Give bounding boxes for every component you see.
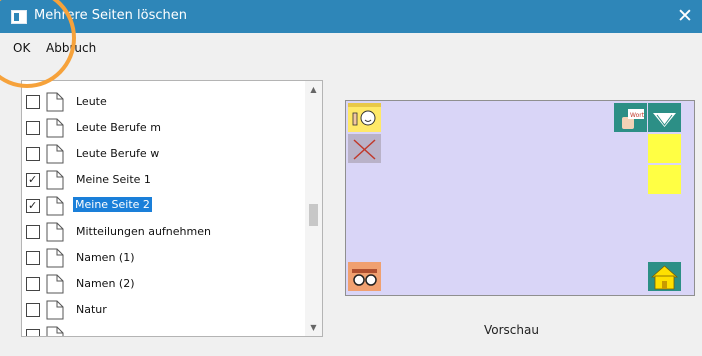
list-item-label: Natur <box>76 303 107 316</box>
page-preview: Wort <box>345 100 695 296</box>
page-icon <box>46 118 64 138</box>
list-item-label: Meine Seite 2 <box>73 197 152 212</box>
list-item[interactable]: Namen (1) <box>22 245 305 271</box>
checkbox[interactable] <box>26 147 40 161</box>
scroll-down-icon[interactable]: ▼ <box>305 319 322 336</box>
page-icon <box>46 248 64 268</box>
close-button[interactable]: ✕ <box>668 0 702 33</box>
check-icon: ✓ <box>28 173 38 186</box>
list-item[interactable] <box>22 323 305 336</box>
word-symbol-icon: Wort <box>614 103 647 132</box>
person-symbol-icon <box>348 103 381 132</box>
list-item[interactable]: Leute <box>22 89 305 115</box>
title-bar: Mehrere Seiten löschen ✕ <box>0 0 702 33</box>
list-item[interactable]: Mitteilungen aufnehmen <box>22 219 305 245</box>
page-icon <box>46 144 64 164</box>
page-icon <box>46 92 64 112</box>
checkbox[interactable]: ✓ <box>26 199 40 213</box>
menu-bar: OK Abbruch <box>0 33 702 61</box>
empty-yellow-cell <box>648 134 681 163</box>
list-item[interactable]: Leute Berufe w <box>22 141 305 167</box>
list-item-selected[interactable]: ✓ Meine Seite 2 <box>22 193 305 219</box>
list-item-label: Namen (2) <box>76 277 135 290</box>
glasses-symbol-icon <box>348 262 381 291</box>
list-item-label: Meine Seite 1 <box>76 173 151 186</box>
checkbox[interactable] <box>26 251 40 265</box>
page-icon <box>46 222 64 242</box>
list-item[interactable]: ✓ Meine Seite 1 <box>22 167 305 193</box>
list-item-label: Leute <box>76 95 107 108</box>
check-icon: ✓ <box>28 199 38 212</box>
page-icon <box>46 326 64 336</box>
list-item[interactable]: Leute Berufe m <box>22 115 305 141</box>
preview-label: Vorschau <box>484 323 539 337</box>
checkbox[interactable] <box>26 121 40 135</box>
page-icon <box>46 170 64 190</box>
page-icon <box>46 300 64 320</box>
scroll-thumb[interactable] <box>309 204 318 226</box>
page-list[interactable]: Leute Leute Berufe m Leute Berufe w ✓ Me… <box>21 80 323 337</box>
scroll-up-icon[interactable]: ▲ <box>305 81 322 98</box>
list-item-label: Leute Berufe m <box>76 121 161 134</box>
checkbox[interactable]: ✓ <box>26 173 40 187</box>
fan-symbol-icon <box>648 103 681 132</box>
list-item-label: Mitteilungen aufnehmen <box>76 225 211 238</box>
checkbox[interactable] <box>26 95 40 109</box>
list-item[interactable]: Natur <box>22 297 305 323</box>
list-item-label: Namen (1) <box>76 251 135 264</box>
checkbox[interactable] <box>26 225 40 239</box>
checkbox[interactable] <box>26 277 40 291</box>
home-symbol-icon <box>648 262 681 291</box>
page-icon <box>46 274 64 294</box>
checkbox[interactable] <box>26 329 40 336</box>
word-symbol-label: Wort <box>630 112 645 119</box>
dialog-content: Leute Leute Berufe m Leute Berufe w ✓ Me… <box>0 61 702 356</box>
empty-yellow-cell <box>648 165 681 194</box>
list-item-label: Leute Berufe w <box>76 147 160 160</box>
list-item[interactable]: Namen (2) <box>22 271 305 297</box>
checkbox[interactable] <box>26 303 40 317</box>
list-scrollbar[interactable]: ▲ ▼ <box>305 81 322 336</box>
crossed-symbol-icon <box>348 134 381 163</box>
page-icon <box>46 196 64 216</box>
